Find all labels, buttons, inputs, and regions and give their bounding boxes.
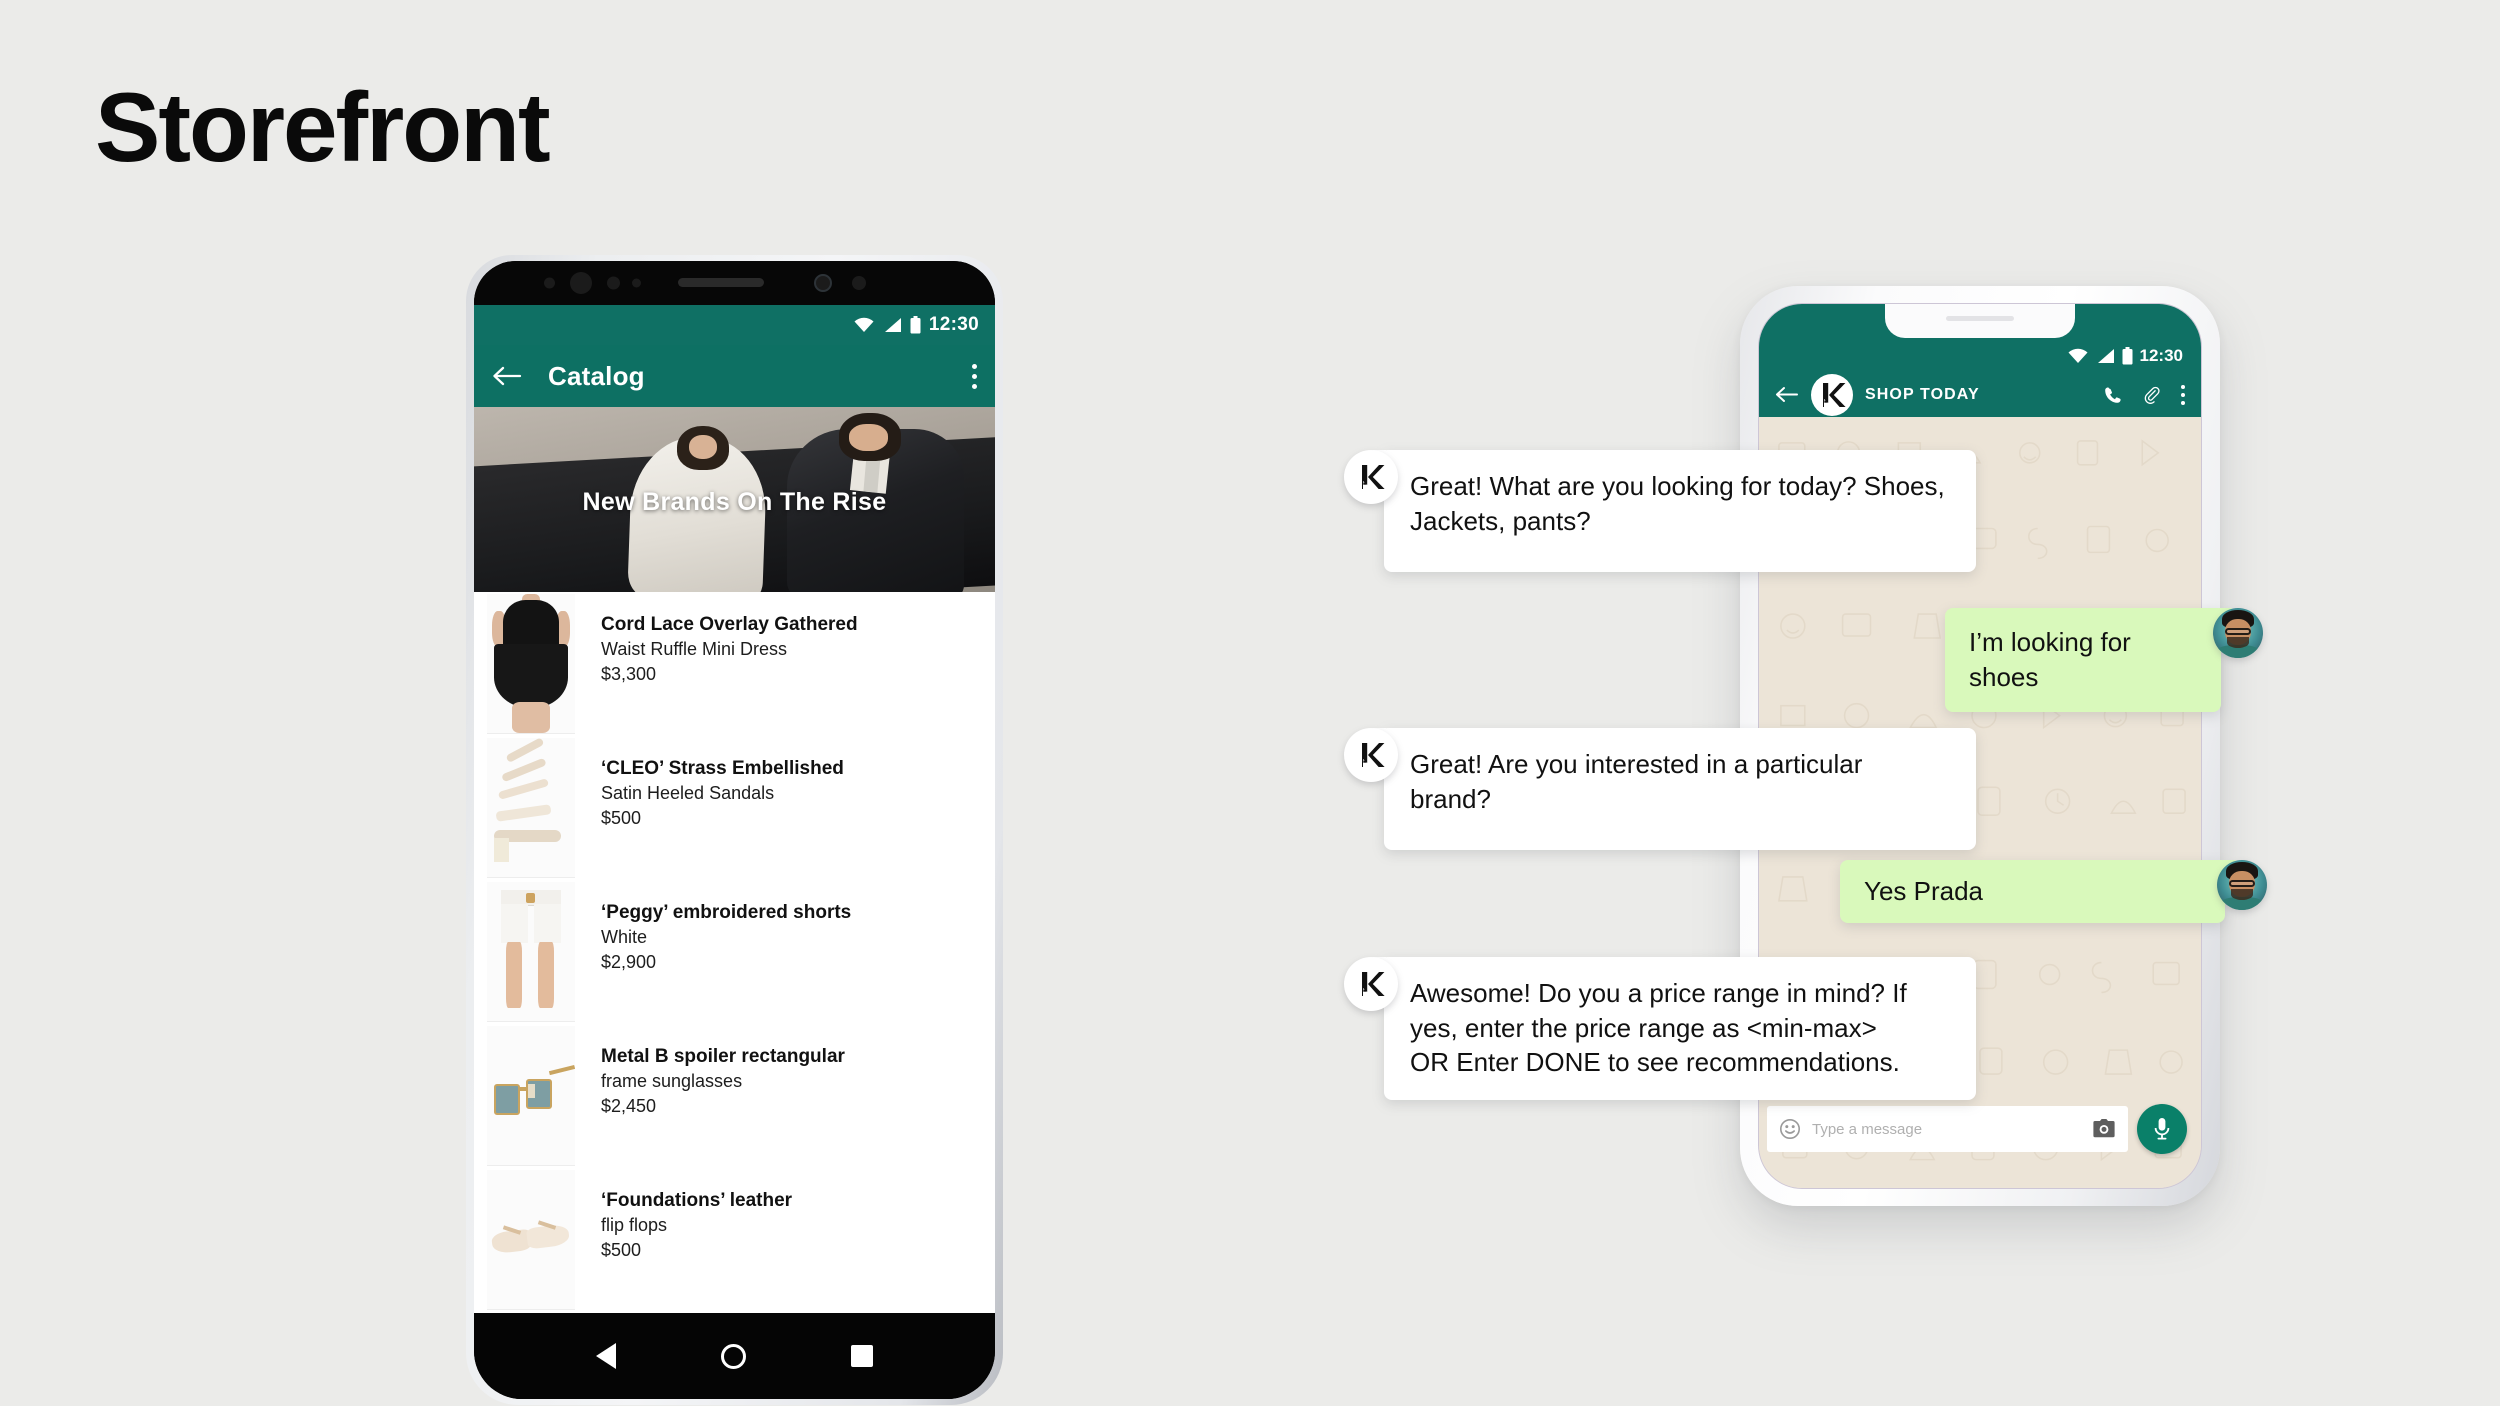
product-desc: Waist Ruffle Mini Dress xyxy=(601,639,788,660)
product-thumbnail xyxy=(487,1026,575,1166)
chat-wallpaper xyxy=(1759,417,2201,1188)
battery-icon xyxy=(910,316,921,334)
camera-icon[interactable] xyxy=(2092,1119,2116,1139)
sensor-dot-icon xyxy=(544,277,555,289)
emoji-icon[interactable] xyxy=(1779,1118,1801,1140)
call-icon[interactable] xyxy=(2103,385,2123,405)
signal-icon xyxy=(884,318,901,332)
bot-avatar xyxy=(1344,957,1398,1011)
bot-avatar xyxy=(1344,450,1398,504)
product-name: ‘Foundations’ leather xyxy=(601,1190,793,1211)
front-camera-icon xyxy=(570,272,592,294)
sensor-dot-icon xyxy=(632,278,641,288)
product-desc: Satin Heeled Sandals xyxy=(601,783,775,804)
catalog-title: Catalog xyxy=(548,360,645,391)
sensor-dot-icon xyxy=(607,276,620,290)
product-info: ‘Foundations’ leather flip flops $500 xyxy=(575,1168,792,1262)
slide-canvas: Storefront 12:30 Catalog New Brands On T… xyxy=(0,0,2500,1406)
product-name: ‘CLEO’ Strass Embellished xyxy=(601,758,844,779)
product-info: Cord Lace Overlay Gathered Waist Ruffle … xyxy=(575,592,858,686)
nav-home-icon[interactable] xyxy=(720,1343,746,1369)
contact-name: SHOP TODAY xyxy=(1865,385,1980,403)
iris-scanner-icon xyxy=(814,274,832,292)
wifi-icon xyxy=(854,317,874,332)
catalog-status-bar: 12:30 xyxy=(474,305,995,345)
brand-k-icon xyxy=(1362,972,1385,996)
product-price: $500 xyxy=(601,1239,642,1260)
product-desc: White xyxy=(601,927,648,948)
hero-model-face xyxy=(688,434,717,459)
product-price: $3,300 xyxy=(601,663,657,684)
product-name: Cord Lace Overlay Gathered xyxy=(601,614,858,635)
wifi-icon xyxy=(2068,348,2088,363)
product-price: $2,900 xyxy=(601,951,657,972)
product-desc: flip flops xyxy=(601,1215,668,1236)
catalog-phone: 12:30 Catalog New Brands On The Rise Cor… xyxy=(466,255,1003,1405)
product-price: $500 xyxy=(601,807,642,828)
product-name: Metal B spoiler rectangular xyxy=(601,1046,845,1067)
nav-recents-icon[interactable] xyxy=(850,1345,873,1367)
contact-avatar[interactable] xyxy=(1811,373,1853,416)
status-clock: 12:30 xyxy=(2139,346,2183,365)
product-info: ‘CLEO’ Strass Embellished Satin Heeled S… xyxy=(575,736,844,830)
page-title: Storefront xyxy=(95,72,551,182)
phone-sensor-strip xyxy=(474,261,995,305)
chat-status-bar: 12:30 xyxy=(1759,340,2201,372)
product-info: Metal B spoiler rectangular frame sungla… xyxy=(575,1024,845,1118)
back-arrow-icon[interactable] xyxy=(1775,385,1799,404)
back-arrow-icon[interactable] xyxy=(492,364,522,388)
chat-app-bar: SHOP TODAY xyxy=(1759,372,2201,417)
sensor-dot-icon xyxy=(852,276,866,290)
catalog-product-list[interactable]: Cord Lace Overlay Gathered Waist Ruffle … xyxy=(474,592,995,1313)
user-avatar xyxy=(2217,860,2267,910)
product-desc: frame sunglasses xyxy=(601,1071,743,1092)
hero-caption: New Brands On The Rise xyxy=(582,488,887,517)
product-price: $2,450 xyxy=(601,1095,657,1116)
product-row[interactable]: Cord Lace Overlay Gathered Waist Ruffle … xyxy=(474,592,995,736)
product-row[interactable]: ‘Foundations’ leather flip flops $500 xyxy=(474,1168,995,1312)
chat-phone-screen: 12:30 SHOP TODAY Type a message xyxy=(1758,303,2202,1189)
phone-notch xyxy=(1885,304,2075,338)
bot-avatar xyxy=(1344,728,1398,782)
product-row[interactable]: Metal B spoiler rectangular frame sungla… xyxy=(474,1024,995,1168)
chat-header-actions xyxy=(2103,384,2185,405)
more-options-icon[interactable] xyxy=(972,363,977,389)
product-name: ‘Peggy’ embroidered shorts xyxy=(601,902,852,923)
more-options-icon[interactable] xyxy=(2181,384,2185,405)
product-info: ‘Peggy’ embroidered shorts White $2,900 xyxy=(575,880,851,974)
product-thumbnail xyxy=(487,594,575,734)
status-clock: 12:30 xyxy=(928,314,979,335)
catalog-app-bar: Catalog xyxy=(474,345,995,407)
android-navigation-bar[interactable] xyxy=(474,1313,995,1399)
attach-icon[interactable] xyxy=(2142,385,2162,405)
product-row[interactable]: ‘Peggy’ embroidered shorts White $2,900 xyxy=(474,880,995,1024)
message-placeholder: Type a message xyxy=(1812,1120,1923,1138)
earpiece-speaker xyxy=(678,278,764,287)
brand-k-icon xyxy=(1362,743,1385,767)
chat-phone: 12:30 SHOP TODAY Type a message xyxy=(1740,286,2220,1206)
mic-icon xyxy=(2154,1118,2170,1140)
product-thumbnail xyxy=(487,882,575,1022)
hero-model-face xyxy=(849,423,889,452)
catalog-phone-screen: 12:30 Catalog New Brands On The Rise Cor… xyxy=(474,261,995,1399)
message-input-field[interactable]: Type a message xyxy=(1767,1106,2128,1152)
user-avatar xyxy=(2213,608,2263,658)
product-thumbnail xyxy=(487,738,575,878)
message-input-bar[interactable]: Type a message xyxy=(1759,1104,2201,1154)
brand-k-icon xyxy=(1362,465,1385,489)
product-row[interactable]: ‘CLEO’ Strass Embellished Satin Heeled S… xyxy=(474,736,995,880)
signal-icon xyxy=(2097,349,2114,363)
catalog-hero-banner[interactable]: New Brands On The Rise xyxy=(474,407,995,592)
battery-icon xyxy=(2122,347,2133,365)
mic-button[interactable] xyxy=(2137,1104,2187,1154)
wallpaper-doodle-pattern xyxy=(1777,439,2186,1162)
brand-k-icon xyxy=(1812,374,1852,415)
product-thumbnail xyxy=(487,1170,575,1310)
nav-back-icon[interactable] xyxy=(596,1343,617,1369)
